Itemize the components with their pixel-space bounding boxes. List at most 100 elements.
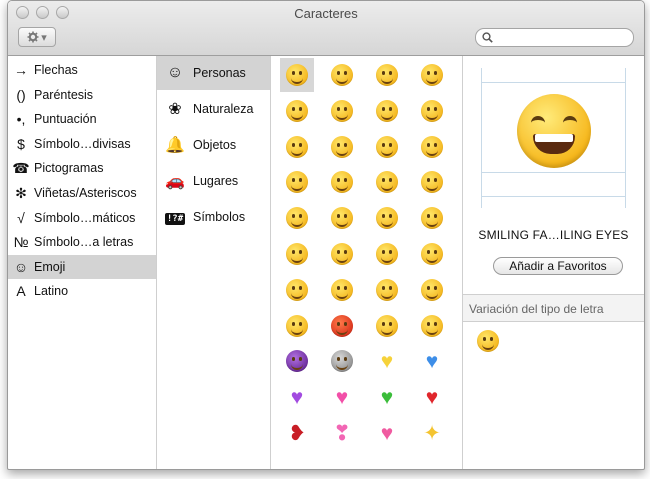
- emoji-cell[interactable]: [370, 58, 404, 92]
- emoji-cell[interactable]: [280, 201, 314, 235]
- emoji-cell[interactable]: [370, 130, 404, 164]
- blue-heart-icon: ♥: [425, 349, 439, 373]
- emoji-cell[interactable]: [325, 94, 359, 128]
- subcategory-item[interactable]: ❀ Naturaleza: [157, 92, 270, 126]
- emoji-cell[interactable]: [280, 130, 314, 164]
- category-icon: (): [16, 86, 26, 103]
- category-item[interactable]: № Símbolo…a letras: [8, 230, 156, 254]
- emoji-cell[interactable]: [280, 273, 314, 307]
- guide-line: [481, 172, 625, 173]
- action-menu-button[interactable]: ▾: [18, 27, 56, 47]
- gear-icon: [27, 31, 39, 43]
- smiley-face-icon: [376, 171, 398, 194]
- category-icon: №: [13, 234, 29, 251]
- category-icon: ☺: [13, 258, 29, 275]
- emoji-cell[interactable]: [415, 58, 449, 92]
- category-item[interactable]: √ Símbolo…máticos: [8, 206, 156, 230]
- emoji-cell[interactable]: [370, 165, 404, 199]
- yellow-heart-icon: ♥: [380, 349, 394, 373]
- category-item[interactable]: () Paréntesis: [8, 83, 156, 107]
- emoji-cell[interactable]: [415, 201, 449, 235]
- characters-window: Caracteres ▾ → Flechas () Paréntesis •, Puntu…: [7, 0, 645, 470]
- emoji-cell[interactable]: [325, 58, 359, 92]
- emoji-cell[interactable]: [370, 273, 404, 307]
- alien-face-icon: [331, 350, 353, 373]
- mouth: [533, 134, 575, 154]
- category-item[interactable]: ☎ Pictogramas: [8, 156, 156, 180]
- category-item[interactable]: ✻ Viñetas/Asteriscos: [8, 181, 156, 205]
- emoji-cell[interactable]: ❥: [280, 416, 314, 450]
- emoji-cell[interactable]: [415, 309, 449, 343]
- emoji-cell[interactable]: [325, 130, 359, 164]
- emoji-cell[interactable]: ♥: [415, 380, 449, 414]
- category-label: Viñetas/Asteriscos: [34, 186, 137, 200]
- emoji-cell[interactable]: ♥: [370, 416, 404, 450]
- subcategory-item[interactable]: 🔔 Objetos: [157, 128, 270, 162]
- emoji-cell[interactable]: [325, 237, 359, 271]
- emoji-cell[interactable]: [370, 201, 404, 235]
- subcategory-item[interactable]: !?# Símbolos: [157, 200, 270, 234]
- category-item[interactable]: $ Símbolo…divisas: [8, 132, 156, 156]
- category-icon: ✻: [15, 184, 27, 201]
- emoji-cell[interactable]: ♥: [280, 380, 314, 414]
- smiley-face-icon: [421, 171, 443, 194]
- smiley-face-icon: [286, 135, 308, 158]
- red-heart-icon: ♥: [425, 385, 439, 409]
- emoji-cell[interactable]: [325, 309, 359, 343]
- pink-heart-icon: ♥: [335, 385, 349, 409]
- guide-line: [481, 82, 625, 83]
- category-list: → Flechas () Paréntesis •, Puntuación $ Símbolo…: [8, 56, 157, 469]
- emoji-cell[interactable]: [370, 94, 404, 128]
- category-label: Flechas: [34, 63, 78, 77]
- emoji-cell[interactable]: [415, 94, 449, 128]
- category-icon: ☎: [12, 159, 30, 176]
- category-icon: √: [17, 209, 25, 226]
- character-detail-panel: SMILING FA…ILING EYES Añadir a Favoritos…: [463, 56, 644, 469]
- smiley-face-icon: [286, 278, 308, 301]
- emoji-cell[interactable]: ❣: [325, 416, 359, 450]
- font-variation-item[interactable]: [477, 330, 499, 352]
- subcategory-item[interactable]: ☺ Personas: [157, 56, 270, 90]
- smiley-face-icon: [286, 207, 308, 230]
- devil-face-icon: [286, 350, 308, 373]
- emoji-cell[interactable]: ♥: [415, 344, 449, 378]
- emoji-cell[interactable]: [370, 237, 404, 271]
- emoji-cell[interactable]: [415, 273, 449, 307]
- category-item[interactable]: → Flechas: [8, 58, 156, 82]
- emoji-cell[interactable]: [325, 165, 359, 199]
- smiley-face-icon: [376, 278, 398, 301]
- emoji-cell[interactable]: [325, 273, 359, 307]
- smiley-face-icon: [421, 64, 443, 86]
- subcategory-icon: ☺: [166, 64, 184, 81]
- emoji-cell[interactable]: ♥: [370, 380, 404, 414]
- emoji-cell[interactable]: [280, 309, 314, 343]
- search-field[interactable]: [475, 28, 634, 47]
- category-item[interactable]: ☺ Emoji: [8, 254, 156, 279]
- emoji-cell[interactable]: [280, 58, 314, 92]
- purple-heart-icon: ♥: [290, 385, 304, 409]
- emoji-cell[interactable]: [280, 237, 314, 271]
- emoji-cell[interactable]: [280, 165, 314, 199]
- subcategory-label: Símbolos: [193, 210, 246, 224]
- emoji-cell[interactable]: [325, 201, 359, 235]
- category-item[interactable]: A Latino: [8, 279, 156, 303]
- emoji-cell[interactable]: [415, 130, 449, 164]
- smiley-face-icon: [331, 135, 353, 158]
- emoji-cell[interactable]: [415, 165, 449, 199]
- broken-heart-icon: ❥: [288, 421, 306, 445]
- emoji-cell[interactable]: [280, 94, 314, 128]
- emoji-cell[interactable]: ✦: [415, 416, 449, 450]
- subcategory-item[interactable]: 🚗 Lugares: [157, 164, 270, 198]
- emoji-cell[interactable]: ♥: [370, 344, 404, 378]
- smiley-face-icon: [331, 207, 353, 230]
- emoji-cell[interactable]: ♥: [325, 380, 359, 414]
- emoji-cell[interactable]: [325, 344, 359, 378]
- heart-ribbon-icon: ❣: [333, 421, 351, 445]
- emoji-cell[interactable]: [280, 344, 314, 378]
- subcategory-list: ☺ Personas ❀ Naturaleza 🔔 Objetos 🚗 Lugares !?# S…: [157, 56, 271, 469]
- category-item[interactable]: •, Puntuación: [8, 107, 156, 131]
- emoji-cell[interactable]: [370, 309, 404, 343]
- subcategory-label: Objetos: [193, 138, 237, 152]
- emoji-cell[interactable]: [415, 237, 449, 271]
- add-to-favorites-button[interactable]: Añadir a Favoritos: [493, 257, 623, 275]
